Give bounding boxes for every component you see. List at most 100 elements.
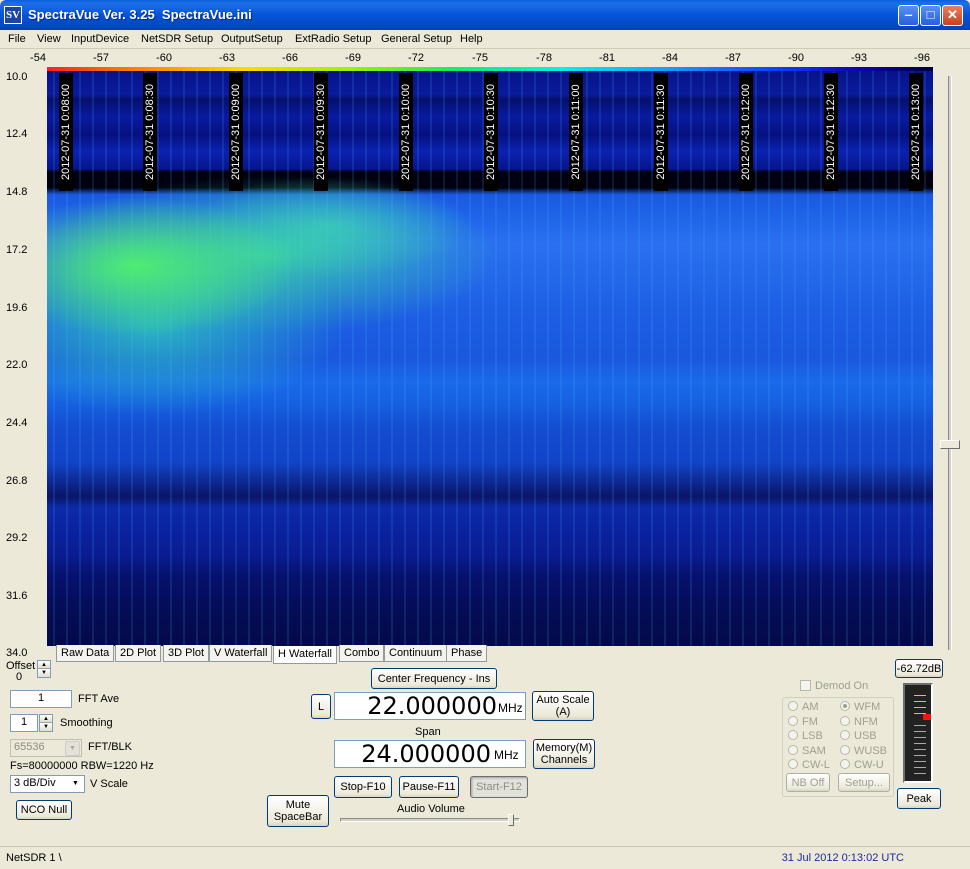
db-scale-axis: -54 -57 -60 -63 -66 -69 -72 -75 -78 -81 … [0,49,970,67]
fft-blk-value: 65536 [14,741,45,753]
menu-bar: File View InputDevice NetSDR Setup Outpu… [0,30,970,49]
chevron-down-icon[interactable]: ▼ [68,777,83,792]
radio-usb[interactable]: USB [840,730,877,742]
meter-segment [914,737,926,738]
slider-thumb[interactable] [940,440,960,449]
app-icon: SV [4,6,22,24]
offset-value: 0 [16,671,23,683]
radio-lsb[interactable]: LSB [788,730,823,742]
radio-icon [840,759,850,769]
fft-ave-label: FFT Ave [78,693,120,705]
spin-down-icon[interactable]: ▼ [38,669,50,677]
timestamp-label: 2012-07-31 0:09:00 [229,73,243,191]
axis-tick: -57 [93,52,109,64]
tab-continuum[interactable]: Continuum [384,645,448,662]
menu-inputdevice[interactable]: InputDevice [71,33,129,45]
span-unit: MHz [494,748,519,762]
y-tick: 31.6 [6,590,28,602]
minimize-button[interactable]: ‒ [898,5,919,26]
audio-volume-slider[interactable] [340,818,520,822]
axis-tick: -72 [408,52,424,64]
spin-down-icon[interactable]: ▼ [40,723,52,731]
nco-null-button[interactable]: NCO Null [16,800,72,820]
spin-up-icon[interactable]: ▲ [38,661,50,669]
radio-icon [788,759,798,769]
radio-icon [788,730,798,740]
nb-off-button[interactable]: NB Off [786,773,830,792]
tab-phase[interactable]: Phase [446,645,488,662]
radio-sam[interactable]: SAM [788,745,826,757]
demod-on-checkbox[interactable]: Demod On [800,680,868,692]
fs-rbw-info: Fs=80000000 RBW=1220 Hz [10,760,154,772]
radio-icon [840,745,850,755]
menu-extradio-setup[interactable]: ExtRadio Setup [295,33,371,45]
tab-combo[interactable]: Combo [339,645,385,662]
audio-volume-thumb[interactable] [508,814,514,826]
timestamp-label: 2012-07-31 0:10:00 [399,73,413,191]
menu-file[interactable]: File [8,33,26,45]
smoothing-input[interactable]: 1 [10,714,38,732]
axis-tick: -54 [30,52,46,64]
vscale-select[interactable]: 3 dB/Div ▼ [10,775,85,793]
spin-up-icon[interactable]: ▲ [40,715,52,723]
tab-raw-data[interactable]: Raw Data [56,645,115,662]
smoothing-label: Smoothing [60,717,113,729]
meter-segment [914,773,926,774]
checkbox-icon [800,680,811,691]
y-tick: 12.4 [6,128,28,140]
minimize-icon: ‒ [904,7,913,22]
demod-on-label: Demod On [815,680,869,692]
auto-scale-button[interactable]: Auto Scale (A) [532,691,594,721]
radio-am[interactable]: AM [788,701,819,713]
menu-general-setup[interactable]: General Setup [381,33,452,45]
tab-v-waterfall[interactable]: V Waterfall [209,645,273,662]
db-level-readout: -62.72dB [895,659,943,678]
menu-view[interactable]: View [37,33,61,45]
center-frequency-button[interactable]: Center Frequency - Ins [371,668,497,689]
menu-help[interactable]: Help [460,33,483,45]
offset-spinner[interactable]: ▲ ▼ [37,660,51,678]
vscale-label: V Scale [90,778,128,790]
span-label: Span [415,726,441,738]
radio-wfm[interactable]: WFM [840,701,880,713]
meter-segment [914,731,926,732]
smoothing-spinner[interactable]: ▲ ▼ [39,714,53,732]
radio-cw-l[interactable]: CW-L [788,759,830,771]
waterfall-display[interactable]: 2012-07-31 0:08:00 2012-07-31 0:08:30 20… [47,71,933,646]
vertical-offset-slider[interactable] [940,76,960,650]
axis-tick: -75 [472,52,488,64]
tab-3d-plot[interactable]: 3D Plot [163,645,210,662]
l-button[interactable]: L [311,694,331,719]
fft-blk-select: 65536 ▼ [10,739,82,757]
mute-button[interactable]: Mute SpaceBar [267,795,329,827]
channels-label: Channels [540,754,588,766]
center-frequency-value: 22.000000 [367,692,497,720]
tab-2d-plot[interactable]: 2D Plot [115,645,162,662]
y-tick: 10.0 [6,71,28,83]
maximize-button[interactable]: □ [920,5,941,26]
device-status: NetSDR 1 \ [6,852,62,864]
axis-tick: -69 [345,52,361,64]
close-button[interactable]: ✕ [942,5,963,26]
menu-outputsetup[interactable]: OutputSetup [221,33,283,45]
stop-button[interactable]: Stop-F10 [334,776,392,798]
menu-netsdr-setup[interactable]: NetSDR Setup [141,33,213,45]
meter-segment [914,695,926,696]
setup-button[interactable]: Setup... [838,773,890,792]
tab-h-waterfall[interactable]: H Waterfall [273,646,337,664]
meter-segment [914,749,926,750]
radio-wusb[interactable]: WUSB [840,745,887,757]
slider-groove [948,76,952,650]
radio-nfm[interactable]: NFM [840,716,878,728]
radio-fm[interactable]: FM [788,716,818,728]
timestamp-label: 2012-07-31 0:11:30 [654,73,668,191]
meter-segment [914,761,926,762]
pause-button[interactable]: Pause-F11 [399,776,459,798]
start-button[interactable]: Start-F12 [470,776,528,798]
peak-button[interactable]: Peak [897,788,941,809]
meter-segment [914,701,926,702]
timestamp-label: 2012-07-31 0:12:00 [739,73,753,191]
radio-cw-u[interactable]: CW-U [840,759,884,771]
memory-channels-button[interactable]: Memory(M) Channels [533,739,595,769]
fft-ave-input[interactable]: 1 [10,690,72,708]
